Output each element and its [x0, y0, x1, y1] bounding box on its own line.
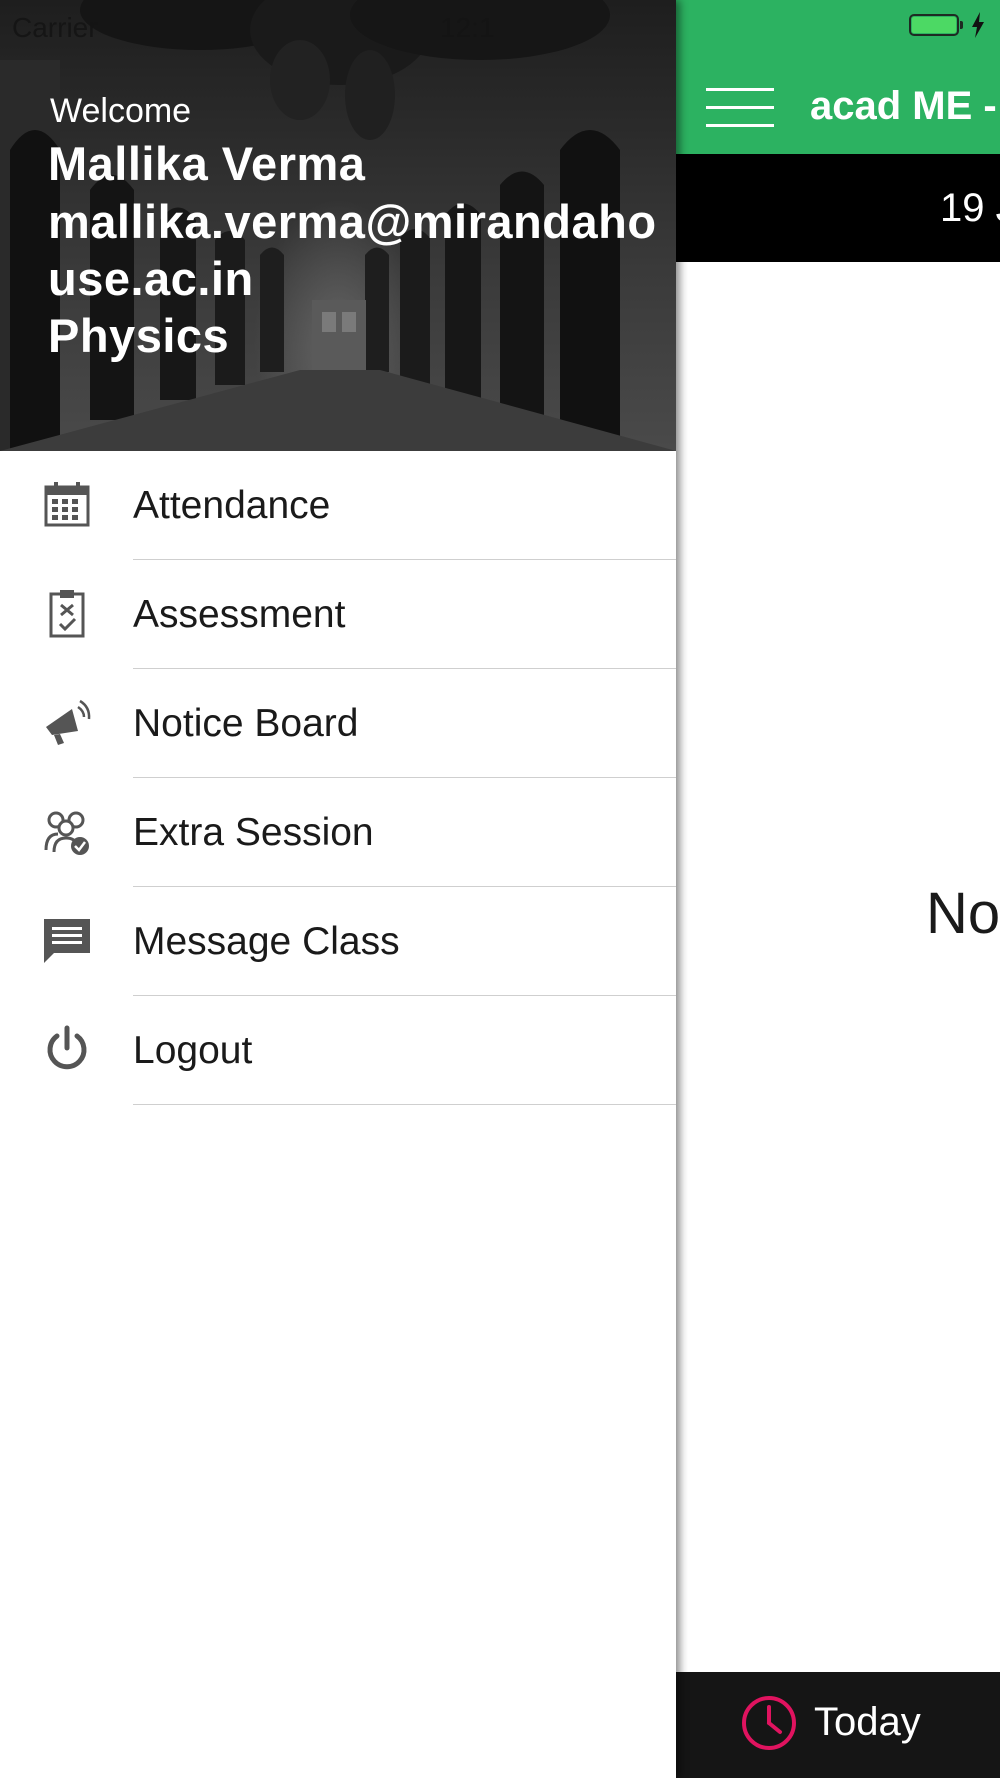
group-check-icon [44, 811, 89, 855]
menu-item-logout[interactable]: Logout [0, 996, 676, 1105]
user-email: mallika.verma@mirandaho [48, 195, 657, 248]
menu-item-message-class[interactable]: Message Class [0, 887, 676, 996]
menu-item-label: Notice Board [133, 702, 359, 745]
menu-item-label: Assessment [133, 593, 346, 636]
app-header: acad ME - [676, 0, 1000, 154]
clipboard-check-icon [49, 590, 85, 638]
user-email-continued: use.ac.in [48, 252, 254, 305]
menu-item-attendance[interactable]: Attendance [0, 451, 676, 560]
divider [133, 1104, 676, 1105]
menu-item-label: Attendance [133, 484, 331, 527]
empty-state-message: No [926, 881, 1000, 946]
megaphone-icon [46, 699, 91, 745]
drawer-menu: Attendance Assessment Notice Board Extra… [0, 451, 676, 1105]
menu-item-label: Logout [133, 1029, 253, 1072]
status-carrier: Carrier [12, 12, 98, 43]
status-time: 12:1 [440, 12, 495, 43]
battery-icon [909, 14, 963, 36]
menu-item-assessment[interactable]: Assessment [0, 560, 676, 669]
menu-item-notice-board[interactable]: Notice Board [0, 669, 676, 778]
drawer-header: Carrier 12:1 Welcome Mallika Verma malli… [0, 0, 676, 451]
chat-icon [44, 919, 90, 963]
app-title: acad ME - [810, 84, 997, 128]
menu-item-label: Extra Session [133, 811, 374, 854]
calendar-icon [44, 482, 90, 527]
clock-icon[interactable] [740, 1694, 798, 1752]
user-department: Physics [48, 309, 230, 362]
charging-bolt-icon [972, 12, 984, 38]
welcome-label: Welcome [50, 92, 192, 130]
menu-item-extra-session[interactable]: Extra Session [0, 778, 676, 887]
today-tab-label[interactable]: Today [814, 1700, 921, 1745]
menu-item-label: Message Class [133, 920, 400, 963]
navigation-drawer: Carrier 12:1 Welcome Mallika Verma malli… [0, 0, 676, 1778]
main-panel: acad ME - 19 J No Today [676, 0, 1000, 1778]
user-name: Mallika Verma [48, 137, 366, 190]
date-label: 19 J [940, 186, 1000, 230]
power-icon [47, 1025, 87, 1070]
hamburger-menu-button[interactable] [706, 86, 774, 130]
